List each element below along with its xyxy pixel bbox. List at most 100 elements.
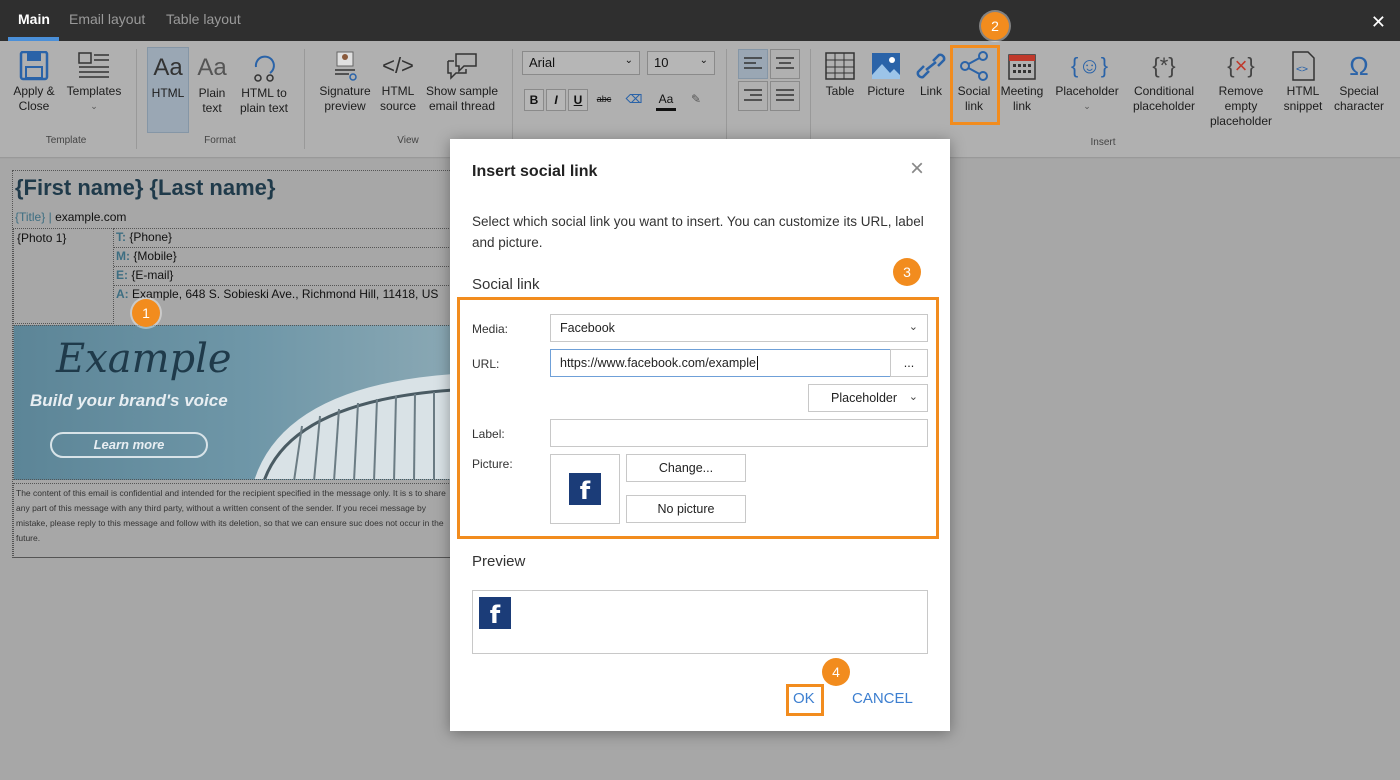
show-sample-label: Show sample email thread: [425, 84, 499, 113]
dialog-title: Insert social link: [472, 163, 598, 180]
address-value: Example, 648 S. Sobieski Ave., Richmond …: [132, 287, 439, 301]
banner-title: Example: [56, 336, 232, 382]
underline-button[interactable]: U: [568, 89, 588, 111]
insert-table-button[interactable]: Table: [820, 51, 860, 99]
dialog-intro: Select which social link you want to ins…: [472, 214, 924, 250]
clear-format-icon[interactable]: ⌫: [624, 89, 644, 111]
ribbon-divider: [304, 49, 305, 149]
apply-close-label: Apply & Close: [13, 84, 55, 113]
italic-button[interactable]: I: [546, 89, 566, 111]
banner-learn-more[interactable]: Learn more: [50, 432, 208, 458]
signature-phone-line: T: {Phone}: [114, 228, 453, 247]
top-tab-bar: Main Email layout Table layout ✕: [0, 0, 1400, 41]
align-left-button[interactable]: [738, 49, 768, 79]
special-character-label: Special character: [1333, 84, 1385, 113]
font-size-select[interactable]: 10 ⌄: [647, 51, 715, 75]
insert-conditional-placeholder-button[interactable]: {*} Conditional placeholder: [1126, 51, 1202, 114]
email-value: {E-mail}: [131, 268, 174, 282]
phone-key: T:: [116, 230, 126, 244]
placeholder-label: Placeholder: [1055, 84, 1119, 98]
align-center-button[interactable]: [770, 49, 800, 79]
insert-picture-button[interactable]: Picture: [864, 51, 908, 99]
plain-text-label: Plain text: [198, 86, 226, 115]
conditional-placeholder-icon: {*}: [1152, 53, 1176, 78]
insert-link-button[interactable]: Link: [912, 51, 950, 99]
html-to-plain-button[interactable]: HTML to plain text: [236, 53, 292, 116]
apply-close-button[interactable]: Apply & Close: [10, 50, 58, 114]
remove-placeholder-icon: {×}: [1227, 53, 1255, 78]
signature-mobile-line: M: {Mobile}: [114, 247, 453, 266]
convert-icon: [248, 53, 280, 83]
social-link-section-title: Social link: [472, 276, 540, 293]
ribbon-divider: [136, 49, 137, 149]
tab-email-layout[interactable]: Email layout: [69, 11, 145, 27]
templates-icon: [78, 51, 110, 81]
social-link-highlight: [950, 45, 1000, 125]
signature-preview-label: Signature preview: [319, 84, 371, 113]
phone-value: {Phone}: [129, 230, 173, 244]
calendar-icon: [1006, 51, 1038, 81]
strikethrough-button[interactable]: abc: [594, 89, 614, 111]
bold-button[interactable]: B: [524, 89, 544, 111]
picture-icon: [870, 51, 902, 81]
html-format-button[interactable]: Aa HTML: [148, 53, 188, 101]
align-right-button[interactable]: [738, 81, 768, 111]
font-color-icon[interactable]: Aa: [656, 89, 676, 111]
email-key: E:: [116, 268, 128, 282]
chat-bubble-icon: [446, 51, 478, 81]
ok-button-highlight: [786, 684, 824, 716]
templates-button[interactable]: Templates ⌄: [66, 51, 122, 114]
cancel-button[interactable]: CANCEL: [852, 690, 913, 707]
callout-1: 1: [132, 299, 160, 327]
alignment-group: [738, 49, 800, 111]
signature-preview-button[interactable]: Signature preview: [316, 51, 374, 114]
signature-editor[interactable]: {First name} {Last name} {Title} | examp…: [12, 170, 453, 558]
highlight-pen-icon[interactable]: ✎: [686, 89, 706, 111]
dialog-close-icon[interactable]: ×: [910, 155, 924, 183]
insert-meeting-link-button[interactable]: Meeting link: [998, 51, 1046, 114]
font-size-value: 10: [654, 55, 669, 70]
templates-label: Templates: [66, 84, 122, 98]
close-icon[interactable]: ✕: [1371, 12, 1386, 33]
address-key: A:: [116, 287, 129, 301]
insert-html-snippet-button[interactable]: <> HTML snippet: [1280, 51, 1326, 114]
html-label: HTML: [151, 86, 185, 100]
table-icon: [824, 51, 856, 81]
banner-subtitle: Build your brand's voice: [30, 391, 228, 410]
html-source-label: HTML source: [379, 84, 417, 113]
tab-table-layout[interactable]: Table layout: [166, 11, 241, 27]
tab-main[interactable]: Main: [18, 11, 50, 27]
font-family-value: Arial: [529, 55, 556, 70]
code-icon: </>: [382, 53, 414, 78]
insert-special-character-button[interactable]: Ω Special character: [1330, 51, 1388, 114]
conditional-placeholder-label: Conditional placeholder: [1132, 84, 1196, 113]
chevron-down-icon: ⌄: [1083, 101, 1091, 111]
signature-email-line: E: {E-mail}: [114, 266, 453, 285]
mobile-value: {Mobile}: [133, 249, 177, 263]
signature-photo-cell: {Photo 1}: [13, 228, 114, 324]
plain-text-icon: Aa: [197, 54, 227, 81]
remove-empty-placeholder-button[interactable]: {×} Remove empty placeholder: [1206, 51, 1276, 129]
chevron-down-icon: ⌄: [624, 55, 633, 66]
html-snippet-icon: <>: [1287, 51, 1319, 81]
text-format-icon: Aa: [153, 54, 183, 81]
ribbon-divider: [512, 49, 513, 149]
facebook-icon: f: [479, 597, 511, 629]
signature-preview-icon: [329, 51, 361, 81]
insert-placeholder-button[interactable]: {☺} Placeholder ⌄: [1052, 51, 1122, 114]
link-icon: [915, 51, 947, 81]
building-illustration: [254, 374, 452, 479]
signature-title-line: {Title} | example.com: [15, 210, 126, 224]
signature-disclaimer: The content of this email is confidentia…: [13, 483, 453, 558]
mobile-key: M:: [116, 249, 130, 263]
signature-title: {Title}: [15, 210, 46, 224]
html-snippet-label: HTML snippet: [1283, 84, 1323, 113]
show-sample-thread-button[interactable]: Show sample email thread: [424, 51, 500, 114]
align-justify-button[interactable]: [770, 81, 800, 111]
remove-empty-placeholder-label: Remove empty placeholder: [1209, 84, 1273, 128]
social-link-fields-highlight: [457, 297, 939, 539]
font-family-select[interactable]: Arial ⌄: [522, 51, 640, 75]
html-source-button[interactable]: </> HTML source: [378, 51, 418, 114]
plain-text-button[interactable]: Aa Plain text: [192, 53, 232, 116]
omega-icon: Ω: [1349, 51, 1369, 81]
